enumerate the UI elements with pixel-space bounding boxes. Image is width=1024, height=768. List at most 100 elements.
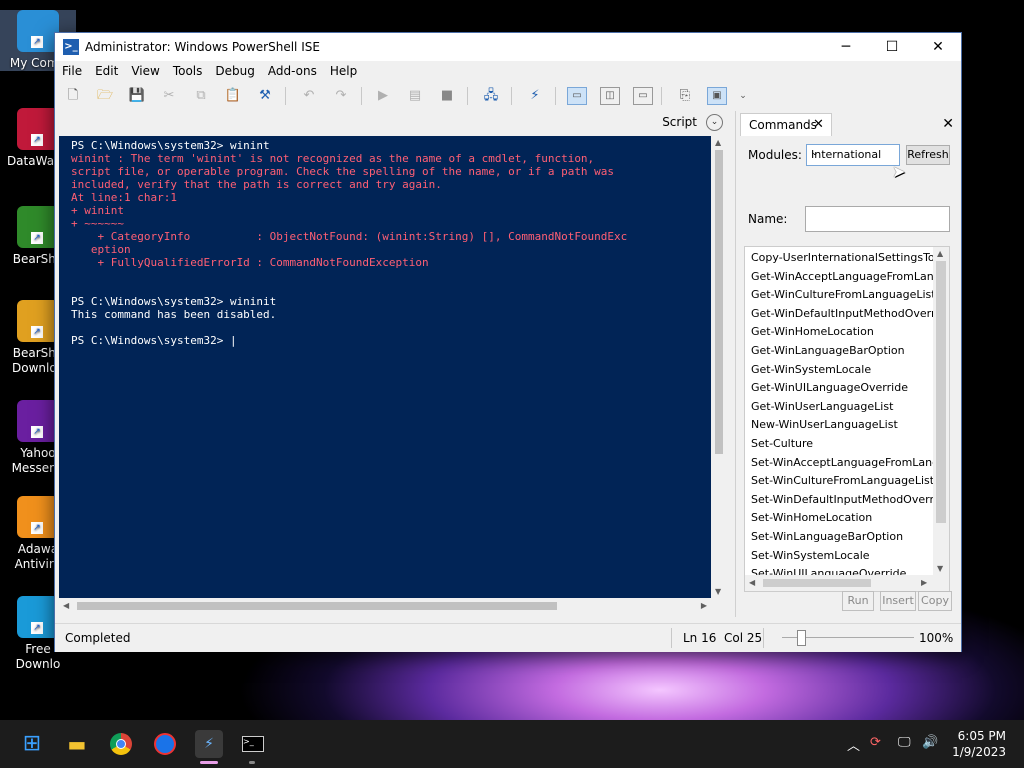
command-list-item[interactable]: Set-WinAcceptLanguageFromLanguageListOpt… — [751, 454, 933, 472]
start-powershell-icon[interactable]: ⚡ — [525, 86, 545, 106]
maximize-button[interactable]: ☐ — [869, 33, 915, 61]
close-button[interactable]: ✕ — [915, 33, 961, 61]
modules-dropdown[interactable]: International ⌄ — [806, 144, 900, 166]
command-list-item[interactable]: Set-Culture — [751, 435, 933, 453]
command-list-item[interactable]: Set-WinCultureFromLanguageListOptOut — [751, 472, 933, 490]
browser-icon[interactable] — [151, 730, 179, 758]
commands-list: Copy-UserInternationalSettingsToSystemGe… — [744, 246, 950, 592]
terminal-icon[interactable]: >_ — [239, 730, 267, 758]
menu-bar: File Edit View Tools Debug Add-ons Help — [55, 61, 961, 81]
remote-powershell-icon[interactable]: 🖧 — [481, 86, 501, 106]
command-list-item[interactable]: Get-WinUserLanguageList — [751, 398, 933, 416]
window-title: Administrator: Windows PowerShell ISE — [85, 40, 320, 54]
clock[interactable]: 6:05 PM 1/9/2023 — [952, 728, 1006, 760]
command-list-item[interactable]: Get-WinHomeLocation — [751, 323, 933, 341]
run-script-icon[interactable]: ▶ — [373, 86, 393, 106]
toolbar: 🗋 🗁 💾 ✂ ⧉ 📋 ⚒ ↶ ↷ ▶ ▤ ■ 🖧 ⚡ ▭ ◫ ▭ ⎘ ▣ ⌄ — [55, 81, 961, 111]
copy-icon[interactable]: ⧉ — [191, 86, 211, 106]
menu-tools[interactable]: Tools — [166, 61, 209, 78]
show-script-pane-icon[interactable]: ⎘ — [675, 86, 695, 106]
command-list-item[interactable]: Get-WinUILanguageOverride — [751, 379, 933, 397]
menu-debug[interactable]: Debug — [208, 61, 260, 78]
display-icon[interactable]: 🖵 — [898, 735, 911, 750]
close-tab-icon[interactable]: ✕ — [813, 117, 824, 132]
command-list-item[interactable]: Set-WinLanguageBarOption — [751, 528, 933, 546]
show-commands-icon[interactable]: ▣ — [707, 87, 727, 105]
name-label: Name: — [748, 212, 788, 226]
clear-console-icon[interactable]: ⚒ — [255, 86, 275, 106]
powershell-icon: >_ — [63, 39, 79, 55]
start-windows-icon[interactable]: ⊞ — [18, 730, 46, 758]
menu-addons[interactable]: Add-ons — [261, 61, 323, 78]
command-list-item[interactable]: Get-WinLanguageBarOption — [751, 342, 933, 360]
menu-file[interactable]: File — [55, 61, 88, 78]
run-button[interactable]: Run — [842, 591, 874, 611]
volume-icon[interactable]: 🔊 — [922, 735, 938, 750]
scroll-thumb[interactable] — [763, 579, 871, 587]
toolbar-overflow-icon[interactable]: ⌄ — [733, 86, 753, 106]
console-pane[interactable]: PS C:\Windows\system32> winint winint : T… — [59, 136, 711, 598]
chrome-icon[interactable] — [107, 730, 135, 758]
console-horizontal-scrollbar[interactable]: ◀ ▶ — [59, 598, 711, 614]
command-list-item[interactable]: Set-WinSystemLocale — [751, 547, 933, 565]
app-icon: ↗ — [17, 206, 59, 248]
new-file-icon[interactable]: 🗋 — [63, 86, 83, 106]
scroll-thumb[interactable] — [715, 150, 723, 454]
app-icon: ↗ — [17, 496, 59, 538]
console-line: At line:1 char:1 — [71, 191, 177, 204]
script-pane-right-icon[interactable]: ◫ — [600, 87, 620, 105]
network-error-icon[interactable]: ⟳ — [870, 735, 881, 750]
menu-view[interactable]: View — [124, 61, 165, 78]
commands-pane: Commands ✕ ✕ Modules: International ⌄ Re… — [735, 111, 960, 617]
cut-icon[interactable]: ✂ — [159, 86, 179, 106]
powershell-ise-taskbar-icon[interactable]: ⚡ — [195, 730, 223, 758]
scroll-thumb[interactable] — [77, 602, 557, 610]
file-explorer-icon[interactable]: ▬ — [63, 730, 91, 758]
shortcut-arrow-icon: ↗ — [31, 134, 43, 146]
script-pane-maximized-icon[interactable]: ▭ — [633, 87, 653, 105]
console-line: + ~~~~~~ — [71, 217, 124, 230]
minimize-button[interactable]: ─ — [823, 33, 869, 61]
script-pane-top-icon[interactable]: ▭ — [567, 87, 587, 105]
name-input[interactable] — [805, 206, 950, 232]
open-folder-icon[interactable]: 🗁 — [95, 86, 115, 106]
undo-icon[interactable]: ↶ — [299, 86, 319, 106]
console-line: script file, or operable program. Check … — [71, 165, 615, 178]
save-icon[interactable]: 💾 — [127, 86, 147, 106]
mouse-cursor-icon: ➤ — [892, 162, 906, 181]
paste-icon[interactable]: 📋 — [223, 86, 243, 106]
copy-button[interactable]: Copy — [918, 591, 952, 611]
commands-list-vertical-scrollbar[interactable]: ▲ ▼ — [933, 247, 949, 575]
command-list-item[interactable]: New-WinUserLanguageList — [751, 416, 933, 434]
close-pane-icon[interactable]: ✕ — [942, 116, 954, 132]
refresh-button[interactable]: Refresh — [906, 145, 950, 165]
commands-list-horizontal-scrollbar[interactable]: ◀ ▶ — [745, 575, 949, 591]
zoom-slider-thumb[interactable] — [797, 630, 806, 646]
stop-icon[interactable]: ■ — [437, 86, 457, 106]
chevron-down-icon[interactable]: ⌄ — [706, 114, 723, 131]
menu-help[interactable]: Help — [323, 61, 363, 78]
command-list-item[interactable]: Get-WinAcceptLanguageFromLanguageListOpt… — [751, 268, 933, 286]
command-list-item[interactable]: Copy-UserInternationalSettingsToSystem — [751, 249, 933, 267]
tab-commands[interactable]: Commands ✕ — [740, 113, 832, 136]
commands-tab-label: Commands — [749, 118, 817, 132]
status-text: Completed — [65, 631, 131, 645]
title-bar[interactable]: >_ Administrator: Windows PowerShell ISE… — [55, 33, 961, 61]
console-line: winint : The term 'winint' is not recogn… — [71, 152, 595, 165]
redo-icon[interactable]: ↷ — [331, 86, 351, 106]
taskbar: ⊞ ▬ ⚡ >_ ︿ ⟳ 🖵 🔊 6:05 PM 1/9/2023 — [0, 720, 1024, 768]
command-list-item[interactable]: Set-WinHomeLocation — [751, 509, 933, 527]
console-output: PS C:\Windows\system32> winint winint : T… — [59, 136, 711, 347]
console-vertical-scrollbar[interactable]: ▲ ▼ — [711, 136, 727, 598]
command-list-item[interactable]: Set-WinDefaultInputMethodOverride — [751, 491, 933, 509]
show-hidden-icons-icon[interactable]: ︿ — [847, 735, 860, 754]
insert-button[interactable]: Insert — [880, 591, 916, 611]
run-selection-icon[interactable]: ▤ — [405, 86, 425, 106]
script-label[interactable]: Script — [662, 115, 697, 129]
command-list-item[interactable]: Get-WinDefaultInputMethodOverride — [751, 305, 933, 323]
command-list-item[interactable]: Get-WinCultureFromLanguageListOptOut — [751, 286, 933, 304]
command-list-item[interactable]: Get-WinSystemLocale — [751, 361, 933, 379]
menu-edit[interactable]: Edit — [88, 61, 124, 78]
scroll-thumb[interactable] — [936, 261, 946, 523]
